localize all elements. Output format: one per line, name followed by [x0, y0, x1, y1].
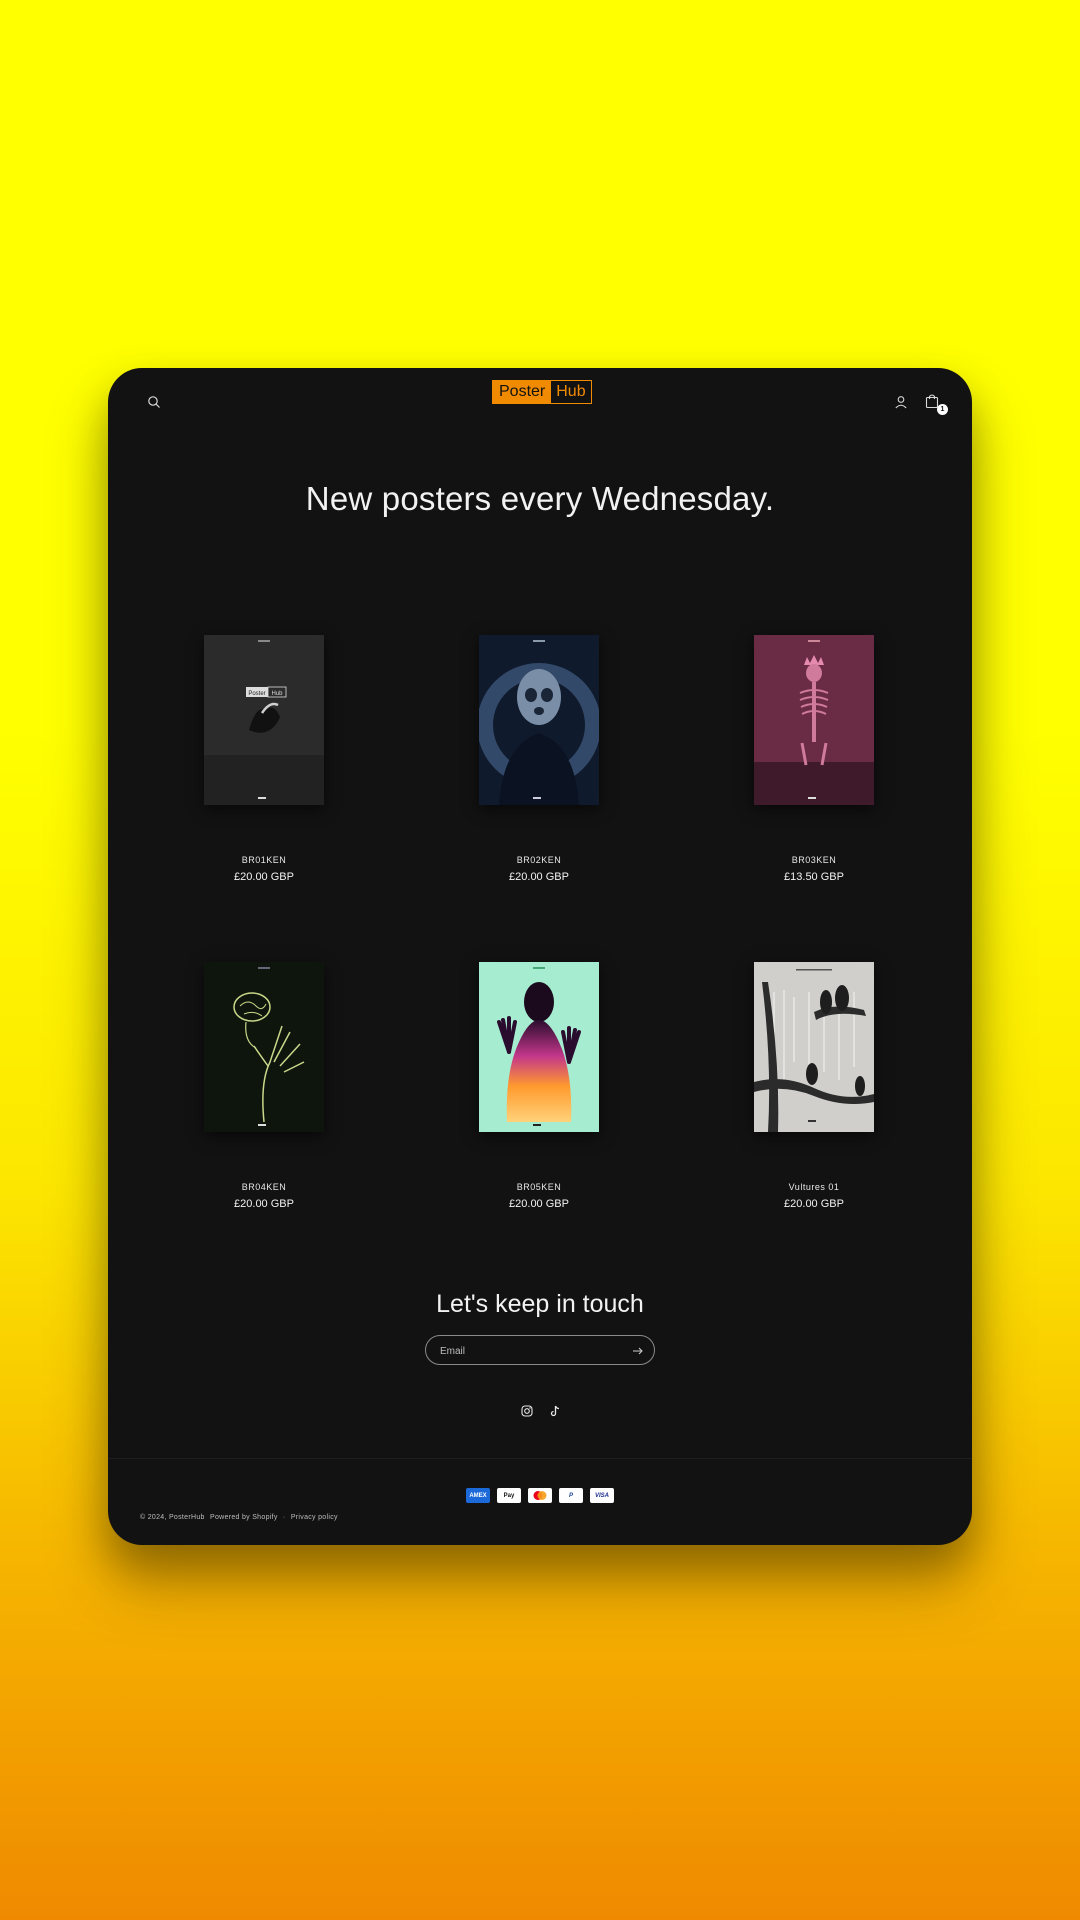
tiktok-icon[interactable]: [548, 1404, 562, 1418]
product-title[interactable]: BR02KEN: [439, 855, 639, 865]
logo-part-poster: Poster: [493, 381, 552, 403]
product-image[interactable]: [754, 635, 874, 805]
product-image[interactable]: [204, 962, 324, 1132]
product-card[interactable]: BR05KEN £20.00 GBP: [439, 962, 639, 1210]
product-title[interactable]: BR04KEN: [164, 1182, 364, 1192]
product-title[interactable]: Vultures 01: [714, 1182, 914, 1192]
product-card[interactable]: BR02KEN £20.00 GBP: [439, 635, 639, 883]
powered-by-link[interactable]: Powered by Shopify: [210, 1514, 278, 1521]
privacy-policy-link[interactable]: Privacy policy: [291, 1514, 338, 1521]
email-field[interactable]: [425, 1335, 655, 1365]
footer-copyright: © 2024, PosterHub Powered by Shopify · P…: [140, 1514, 341, 1521]
site-header: Poster Hub 1: [108, 368, 972, 432]
cart-count-badge: 1: [937, 404, 948, 415]
product-title[interactable]: BR03KEN: [714, 855, 914, 865]
logo-part-hub: Hub: [556, 383, 586, 400]
product-card[interactable]: BR04KEN £20.00 GBP: [164, 962, 364, 1210]
product-image[interactable]: [754, 962, 874, 1132]
payment-methods: AMEX Pay P VISA: [466, 1488, 614, 1503]
cart-icon[interactable]: 1: [920, 389, 948, 415]
product-title[interactable]: BR01KEN: [164, 855, 364, 865]
page-headline: New posters every Wednesday.: [305, 480, 775, 517]
search-icon[interactable]: [142, 390, 166, 414]
email-input[interactable]: [438, 1342, 622, 1360]
poster-logo-part1: Poster: [248, 691, 265, 697]
product-card[interactable]: BR03KEN £13.50 GBP: [714, 635, 914, 883]
amex-icon: AMEX: [466, 1488, 490, 1503]
site-logo[interactable]: Poster Hub: [492, 380, 592, 404]
product-price: £13.50 GBP: [784, 871, 844, 883]
product-image[interactable]: [479, 635, 599, 805]
product-price: £20.00 GBP: [234, 871, 294, 883]
account-icon[interactable]: [889, 390, 913, 414]
product-price: £20.00 GBP: [784, 1198, 844, 1210]
instagram-icon[interactable]: [520, 1404, 534, 1418]
poster-logo-part2: Hub: [271, 691, 283, 697]
footer-separator: ·: [282, 1514, 286, 1521]
submit-arrow-icon[interactable]: [630, 1343, 646, 1359]
footer-divider: [108, 1458, 972, 1459]
product-image[interactable]: Poster Hub: [204, 635, 324, 805]
product-price: £20.00 GBP: [509, 871, 569, 883]
visa-icon: VISA: [590, 1488, 614, 1503]
product-title[interactable]: BR05KEN: [439, 1182, 639, 1192]
paypal-icon: P: [559, 1488, 583, 1503]
apple-pay-icon: Pay: [497, 1488, 521, 1503]
store-window: Poster Hub 1 New posters every Wednesday…: [108, 368, 972, 1545]
product-card[interactable]: Vultures 01 £20.00 GBP: [714, 962, 914, 1210]
copyright-text: © 2024, PosterHub: [140, 1514, 205, 1521]
mastercard-icon: [528, 1488, 552, 1503]
product-image[interactable]: [479, 962, 599, 1132]
newsletter-title: Let's keep in touch: [436, 1290, 644, 1318]
product-price: £20.00 GBP: [509, 1198, 569, 1210]
product-price: £20.00 GBP: [234, 1198, 294, 1210]
product-card[interactable]: Poster Hub BR01KEN £20.00 GBP: [164, 635, 364, 883]
